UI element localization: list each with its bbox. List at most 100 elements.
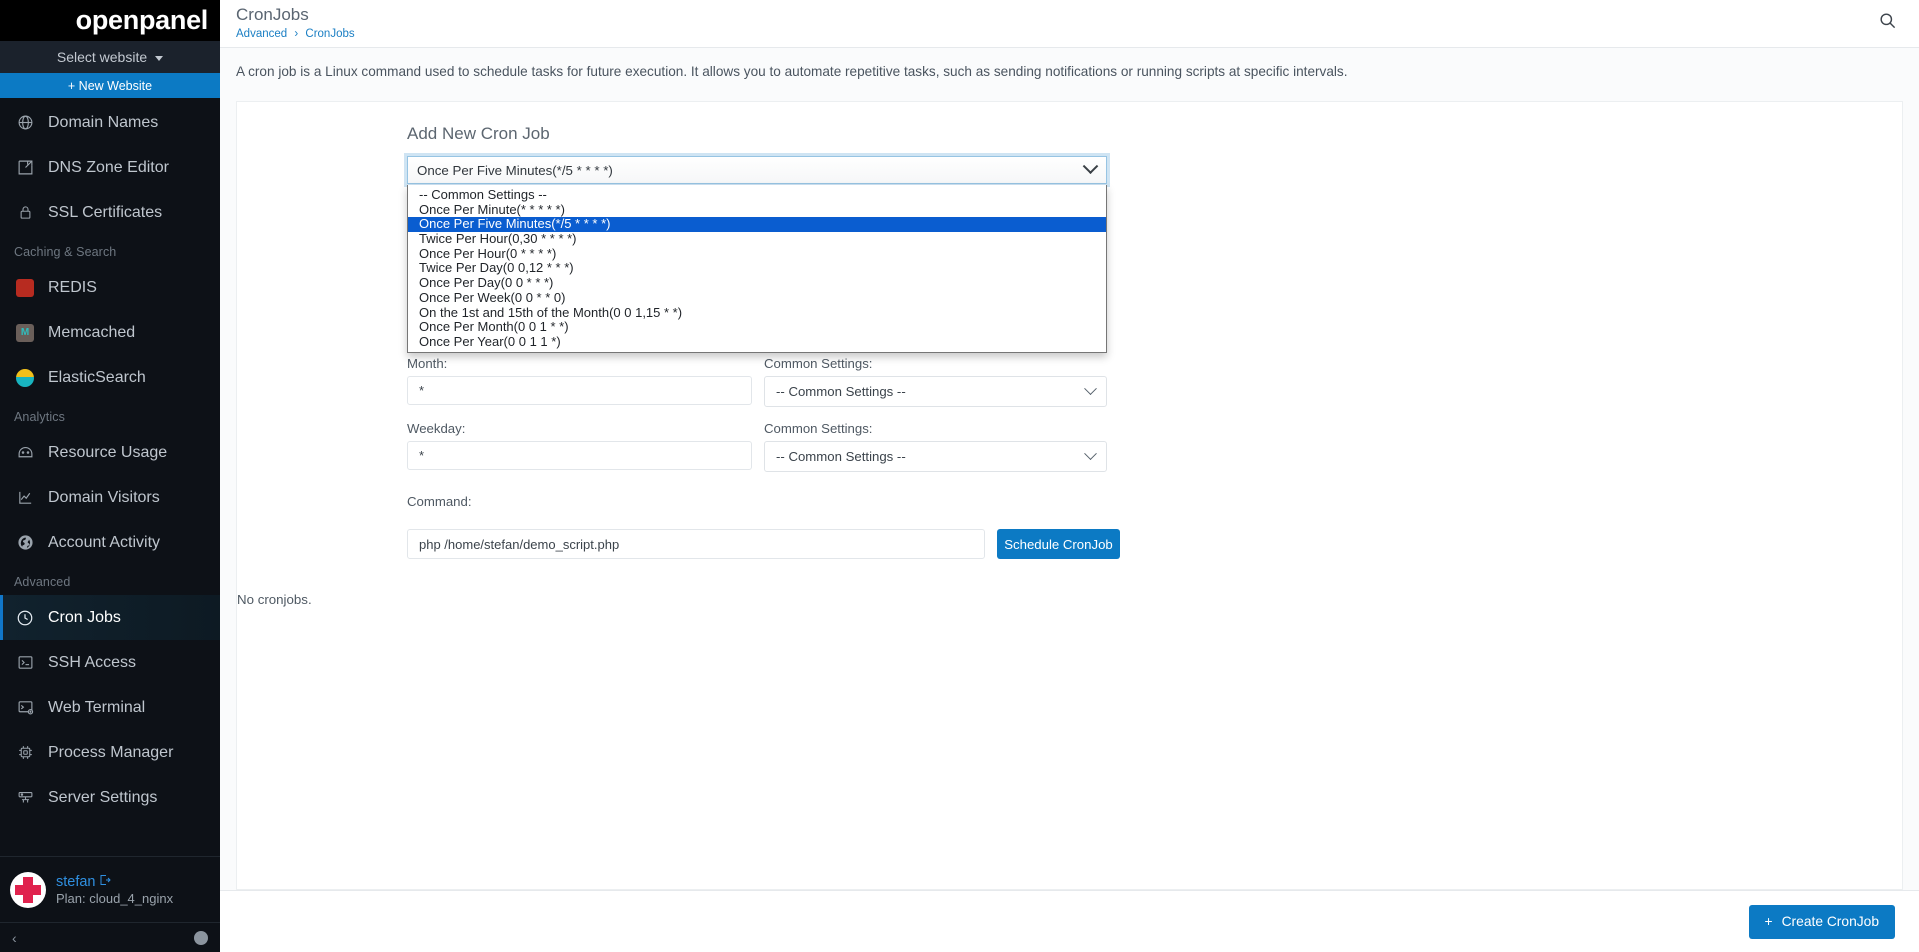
breadcrumb-current[interactable]: CronJobs xyxy=(305,28,354,40)
chevron-down-icon xyxy=(155,55,164,61)
globe-activity-icon xyxy=(14,532,36,554)
sidebar-item-label: SSL Certificates xyxy=(48,203,163,221)
sidebar-item-ssl-certificates[interactable]: SSL Certificates xyxy=(0,190,220,235)
cronjobs-empty-message: No cronjobs. xyxy=(237,592,312,607)
user-profile[interactable]: stefan Plan: cloud_4_nginx xyxy=(0,856,220,922)
lock-icon xyxy=(14,202,36,224)
month-common-settings-select[interactable]: -- Common Settings -- xyxy=(764,376,1107,407)
page-description: A cron job is a Linux command used to sc… xyxy=(236,64,1348,79)
new-website-button[interactable]: + New Website xyxy=(0,73,220,98)
sidebar-item-label: Cron Jobs xyxy=(48,608,121,626)
main-content: CronJobs Advanced › CronJobs A cron job … xyxy=(220,0,1919,952)
sidebar-group-analytics: Analytics xyxy=(14,410,65,424)
weekday-common-settings-label: Common Settings: xyxy=(764,421,873,436)
cronjob-card: Add New Cron Job Once Per Five Minutes(*… xyxy=(236,101,1903,890)
command-row: Schedule CronJob xyxy=(407,529,1902,559)
weekday-common-settings-value: -- Common Settings -- xyxy=(776,449,906,464)
breadcrumb-parent[interactable]: Advanced xyxy=(236,28,287,40)
common-settings-select[interactable]: Once Per Five Minutes(*/5 * * * *) xyxy=(404,153,1110,187)
web-terminal-icon xyxy=(14,697,36,719)
sidebar-item-domain-names[interactable]: Domain Names xyxy=(0,100,220,145)
breadcrumb-separator: › xyxy=(294,28,299,40)
info-icon[interactable]: i xyxy=(194,930,208,946)
sidebar-item-domain-visitors[interactable]: Domain Visitors xyxy=(0,475,220,520)
sidebar-item-redis[interactable]: REDIS xyxy=(0,265,220,310)
command-input[interactable] xyxy=(407,529,985,559)
plus-icon: + xyxy=(1764,914,1773,929)
sidebar-item-account-activity[interactable]: Account Activity xyxy=(0,520,220,565)
sidebar-item-elasticsearch[interactable]: ElasticSearch xyxy=(0,355,220,400)
dropdown-option-selected[interactable]: Once Per Five Minutes(*/5 * * * *) xyxy=(408,217,1106,233)
dropdown-option[interactable]: -- Common Settings -- xyxy=(408,187,1106,203)
sidebar-item-label: Memcached xyxy=(48,323,136,341)
create-cronjob-label: Create CronJob xyxy=(1781,914,1879,929)
brand-logo[interactable]: openpanel xyxy=(0,0,220,41)
globe-icon xyxy=(14,112,36,134)
dropdown-option[interactable]: Once Per Day(0 0 * * *) xyxy=(408,275,1106,291)
sidebar-item-server-settings[interactable]: Server Settings xyxy=(0,775,220,820)
dropdown-option[interactable]: Twice Per Hour(0,30 * * * *) xyxy=(408,231,1106,247)
month-label: Month: xyxy=(407,356,448,371)
weekday-input[interactable] xyxy=(407,441,752,470)
dropdown-option[interactable]: On the 1st and 15th of the Month(0 0 1,1… xyxy=(408,305,1106,321)
sidebar-item-label: Process Manager xyxy=(48,743,174,761)
collapse-sidebar-icon[interactable]: ‹ xyxy=(12,930,17,946)
breadcrumb: Advanced › CronJobs xyxy=(236,28,355,40)
memcached-icon: M xyxy=(14,322,36,344)
sidebar-item-resource-usage[interactable]: Resource Usage xyxy=(0,430,220,475)
dropdown-option[interactable]: Once Per Week(0 0 * * 0) xyxy=(408,290,1106,306)
common-settings-dropdown[interactable]: -- Common Settings -- Once Per Minute(* … xyxy=(407,185,1107,353)
month-input[interactable] xyxy=(407,376,752,405)
website-selector[interactable]: Select website xyxy=(0,41,220,73)
gauge-icon xyxy=(14,442,36,464)
weekday-label: Weekday: xyxy=(407,421,466,436)
sidebar-group-advanced: Advanced xyxy=(14,575,71,589)
month-common-settings-label: Common Settings: xyxy=(764,356,873,371)
user-name-link[interactable]: stefan xyxy=(56,874,173,890)
create-cronjob-button[interactable]: + Create CronJob xyxy=(1748,904,1895,939)
chart-line-icon xyxy=(14,487,36,509)
sidebar-item-memcached[interactable]: M Memcached xyxy=(0,310,220,355)
sidebar-nav: Domain Names DNS Zone Editor SSL Certifi… xyxy=(0,98,220,856)
new-website-label: + New Website xyxy=(67,78,153,93)
common-settings-select-wrapper: Once Per Five Minutes(*/5 * * * *) -- Co… xyxy=(404,153,1110,353)
page-title: CronJobs xyxy=(236,5,309,24)
sidebar-item-web-terminal[interactable]: Web Terminal xyxy=(0,685,220,730)
command-label: Command: xyxy=(407,494,472,509)
chevron-down-icon xyxy=(1082,157,1099,174)
dropdown-option[interactable]: Twice Per Day(0 0,12 * * *) xyxy=(408,261,1106,276)
dropdown-option[interactable]: Once Per Year(0 0 1 1 *) xyxy=(408,334,1106,350)
sidebar-item-process-manager[interactable]: Process Manager xyxy=(0,730,220,775)
sidebar-item-label: Account Activity xyxy=(48,533,161,551)
weekday-common-settings-select[interactable]: -- Common Settings -- xyxy=(764,441,1107,472)
dropdown-option[interactable]: Once Per Hour(0 * * * *) xyxy=(408,246,1106,262)
server-icon xyxy=(14,787,36,809)
sidebar-item-label: ElasticSearch xyxy=(48,368,146,386)
sidebar-item-label: REDIS xyxy=(48,278,97,296)
chevron-down-icon xyxy=(1084,382,1097,396)
sidebar-item-label: DNS Zone Editor xyxy=(48,158,169,176)
sidebar-item-ssh-access[interactable]: SSH Access xyxy=(0,640,220,685)
page-footer-bar: + Create CronJob xyxy=(220,890,1919,952)
sidebar-item-dns-zone-editor[interactable]: DNS Zone Editor xyxy=(0,145,220,190)
brand-name: openpanel xyxy=(75,5,209,35)
edit-square-icon xyxy=(14,157,36,179)
form-title: Add New Cron Job xyxy=(407,124,550,143)
sidebar-item-cron-jobs[interactable]: Cron Jobs xyxy=(0,595,220,640)
month-common-settings-value: -- Common Settings -- xyxy=(776,384,906,399)
sidebar-item-label: SSH Access xyxy=(48,653,137,671)
chevron-down-icon xyxy=(1084,447,1097,461)
cpu-icon xyxy=(14,742,36,764)
dropdown-option[interactable]: Once Per Month(0 0 1 * *) xyxy=(408,319,1106,335)
dropdown-option[interactable]: Once Per Minute(* * * * *) xyxy=(408,202,1106,218)
sidebar-item-label: Server Settings xyxy=(48,788,158,806)
redis-icon xyxy=(14,277,36,299)
common-settings-select-value: Once Per Five Minutes(*/5 * * * *) xyxy=(417,162,613,178)
logout-icon[interactable] xyxy=(99,874,111,890)
terminal-icon xyxy=(14,652,36,674)
command-block: Command: Schedule CronJob xyxy=(407,494,1902,559)
sidebar-item-label: Web Terminal xyxy=(48,698,146,716)
sidebar-group-caching-search: Caching & Search xyxy=(14,245,117,259)
schedule-cronjob-button[interactable]: Schedule CronJob xyxy=(997,529,1120,559)
search-icon[interactable] xyxy=(1878,11,1897,35)
